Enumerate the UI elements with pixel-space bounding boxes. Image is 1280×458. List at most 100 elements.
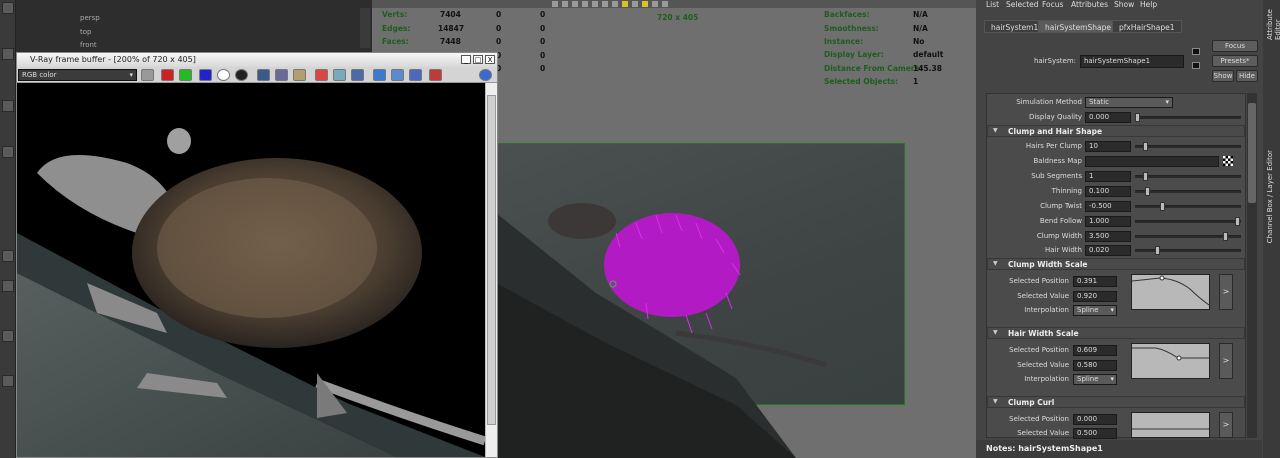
ramp3-expand-button[interactable]: > [1219,412,1233,438]
ramp1-expand-button[interactable]: > [1219,274,1233,310]
slider-handle[interactable] [1223,232,1228,241]
history-icon[interactable] [373,69,386,81]
bend-follow-field[interactable]: 1.000 [1085,216,1131,227]
clump-curl-header[interactable]: Clump Curl [987,396,1245,408]
bend-follow-slider[interactable] [1135,217,1241,226]
hide-button[interactable]: Hide [1236,70,1258,82]
hair-width-field[interactable]: 0.020 [1085,245,1131,256]
menu-help[interactable]: Help [1140,0,1157,9]
rotate-tool-icon[interactable] [2,146,14,158]
slider-handle[interactable] [1160,202,1165,211]
hairs-per-clump-field[interactable]: 10 [1085,141,1131,152]
slider-handle[interactable] [1235,217,1240,226]
ramp1-position-field[interactable]: 0.391 [1073,276,1117,287]
menu-selected[interactable]: Selected [1006,0,1039,9]
baldness-map-field[interactable] [1085,156,1219,167]
slider-handle[interactable] [1143,142,1148,151]
layout-outliner-icon[interactable] [2,330,14,342]
maximize-button[interactable]: □ [473,55,483,64]
layout-single-icon[interactable] [2,250,14,262]
hairs-per-clump-slider[interactable] [1135,142,1241,151]
hair-width-scale-header[interactable]: Hair Width Scale [987,327,1245,339]
ramp1-interp-select[interactable]: Spline ▾ [1073,305,1117,316]
clump-width-slider[interactable] [1135,232,1241,241]
thinning-slider[interactable] [1135,187,1241,196]
outliner-item-persp[interactable]: persp [80,14,100,22]
save-image-icon[interactable] [257,69,270,81]
focus-button[interactable]: Focus [1212,40,1258,52]
track-mouse-icon[interactable] [333,69,346,81]
tab-hairsystem1[interactable]: hairSystem1 [984,20,1046,33]
display-quality-slider[interactable] [1135,113,1241,122]
render-icon[interactable] [479,69,492,81]
sub-segments-slider[interactable] [1135,172,1241,181]
clump-width-scale-ramp[interactable] [1131,274,1210,310]
tab-attribute-editor[interactable]: Attribute Editor [1266,0,1280,40]
clump-width-scale-header[interactable]: Clump Width Scale [987,258,1245,270]
blue-channel-icon[interactable] [199,69,212,81]
load-image-icon[interactable] [275,69,288,81]
channel-select[interactable]: RGB color ▾ [18,69,137,81]
lasso-tool-icon[interactable] [2,48,14,60]
tab-channel-box[interactable]: Channel Box / Layer Editor [1266,150,1274,243]
clump-twist-field[interactable]: -0.500 [1085,201,1131,212]
vfb-vertical-scrollbar[interactable] [485,83,497,457]
outliner-scrollbar[interactable] [360,8,370,48]
layout-four-icon[interactable] [2,280,14,292]
map-texture-icon[interactable] [1223,156,1233,166]
thinning-field[interactable]: 0.100 [1085,186,1131,197]
open-folder-icon[interactable] [293,69,306,81]
clear-image-icon[interactable] [315,69,328,81]
simulation-method-select[interactable]: Static ▾ [1085,97,1173,108]
outliner-item-top[interactable]: top [80,28,91,36]
sub-segments-field[interactable]: 1 [1085,171,1131,182]
ramp2-value-field[interactable]: 0.580 [1073,360,1117,371]
hair-width-slider[interactable] [1135,246,1241,255]
attribute-scrollbar[interactable] [1247,93,1257,438]
move-tool-icon[interactable] [2,100,14,112]
select-tool-icon[interactable] [2,2,14,14]
outliner-item-front[interactable]: front [80,41,97,49]
slider-handle[interactable] [1143,172,1148,181]
mono-channel-icon[interactable] [235,69,248,81]
clump-twist-slider[interactable] [1135,202,1241,211]
node-name-field[interactable]: hairSystemShape1 [1080,55,1184,68]
viewport-scene[interactable] [496,143,976,458]
menu-focus[interactable]: Focus [1042,0,1063,9]
presets-button[interactable]: Presets* [1212,55,1258,67]
slider-handle[interactable] [1145,187,1150,196]
slider-handle[interactable] [1155,246,1160,255]
region-render-icon[interactable] [351,69,364,81]
close-button[interactable]: X [485,55,495,64]
ramp3-position-field[interactable]: 0.000 [1073,414,1117,425]
ramp3-value-field[interactable]: 0.500 [1073,428,1117,439]
slider-handle[interactable] [1135,113,1140,122]
rgb-channels-icon[interactable] [141,69,154,81]
color-correction-icon[interactable] [409,69,422,81]
scroll-thumb[interactable] [1248,103,1256,203]
layout-graph-icon[interactable] [2,375,14,387]
menu-attributes[interactable]: Attributes [1071,0,1108,9]
ramp2-expand-button[interactable]: > [1219,343,1233,379]
input-connection-icon[interactable] [1192,48,1200,55]
tab-pfxhairshape1[interactable]: pfxHairShape1 [1112,20,1182,33]
ramp1-value-field[interactable]: 0.920 [1073,291,1117,302]
ab-compare-icon[interactable] [429,69,442,81]
output-connection-icon[interactable] [1192,62,1200,69]
display-quality-field[interactable]: 0.000 [1085,112,1131,123]
clump-width-field[interactable]: 3.500 [1085,231,1131,242]
menu-list[interactable]: List [986,0,999,9]
alpha-channel-icon[interactable] [217,69,230,81]
lens-effects-icon[interactable] [391,69,404,81]
minimize-button[interactable]: _ [461,55,471,64]
green-channel-icon[interactable] [179,69,192,81]
ramp2-interp-select[interactable]: Spline ▾ [1073,374,1117,385]
ramp2-position-field[interactable]: 0.609 [1073,345,1117,356]
tab-hairsystemshape1[interactable]: hairSystemShape1 [1038,20,1123,33]
hair-width-scale-ramp[interactable] [1131,343,1210,379]
red-channel-icon[interactable] [161,69,174,81]
menu-show[interactable]: Show [1114,0,1134,9]
clump-curl-ramp[interactable] [1131,412,1210,438]
render-image[interactable] [17,83,485,457]
show-button[interactable]: Show [1212,70,1234,82]
